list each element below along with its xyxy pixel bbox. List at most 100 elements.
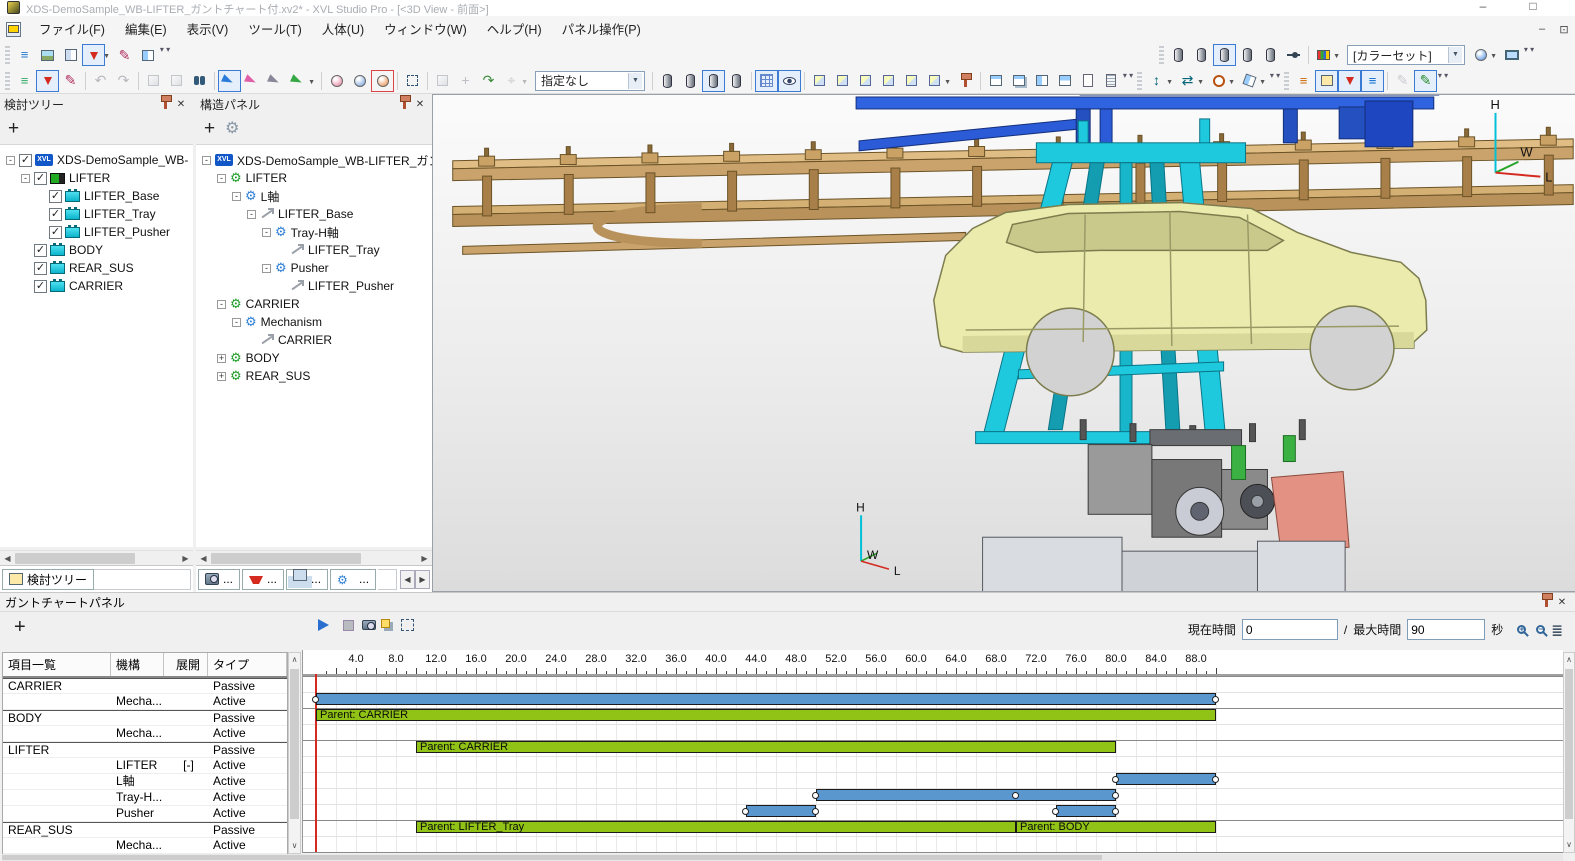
gantt-table-row[interactable]: PusherActive	[3, 806, 287, 822]
render-shaded-icon[interactable]	[1167, 44, 1190, 66]
collapse-icon[interactable]: -	[247, 210, 256, 219]
collapse-icon[interactable]: -	[232, 318, 241, 327]
view-shaded-edge-icon[interactable]	[679, 70, 702, 92]
close-icon[interactable]: ✕	[173, 97, 189, 112]
window-htile-icon[interactable]	[1053, 70, 1076, 92]
study-item-carrier[interactable]: ✓CARRIER	[0, 277, 193, 295]
toolbar-overflow-icon[interactable]: ▾ ▾	[159, 45, 171, 65]
menu-5[interactable]: 人体(U)	[312, 19, 374, 41]
visibility-checkbox[interactable]: ✓	[49, 190, 62, 203]
close-icon[interactable]: ✕	[1554, 595, 1570, 610]
edit-tree-icon[interactable]: ✎	[59, 70, 82, 92]
view-hidden-icon[interactable]	[702, 70, 725, 92]
search-icon[interactable]	[188, 70, 211, 92]
collapse-icon[interactable]: -	[232, 192, 241, 201]
view-back-icon[interactable]	[831, 70, 854, 92]
structure-item-lifter-tray[interactable]: LIFTER_Tray	[196, 241, 432, 259]
note-time-icon[interactable]	[1315, 70, 1338, 92]
visibility-checkbox[interactable]: ✓	[49, 226, 62, 239]
gantt-table-row[interactable]: LIFTERPassive	[3, 742, 287, 758]
grid-display-icon[interactable]	[755, 70, 778, 92]
measure-distance-icon[interactable]: ↕▼	[1145, 70, 1168, 92]
maximize-button[interactable]: □	[1520, 0, 1546, 14]
menu-7[interactable]: ヘルプ(H)	[477, 19, 552, 41]
hide-part-icon[interactable]	[371, 70, 394, 92]
visibility-checkbox[interactable]: ✓	[19, 154, 32, 167]
scroll-left-icon[interactable]: ◀	[0, 554, 15, 563]
process-tab[interactable]: ...	[242, 569, 284, 590]
bar-handle[interactable]	[812, 808, 819, 815]
gantt-table-row[interactable]: CARRIERPassive	[3, 678, 287, 694]
bar-handle[interactable]	[1112, 808, 1119, 815]
minimize-button[interactable]: –	[1470, 0, 1496, 14]
translate-icon[interactable]: +	[454, 70, 477, 92]
pin-icon[interactable]	[1538, 595, 1554, 610]
toolbar-grip[interactable]	[5, 72, 10, 90]
show-only-icon[interactable]	[348, 70, 371, 92]
visibility-checkbox[interactable]: ✓	[49, 208, 62, 221]
view-top-icon[interactable]	[900, 70, 923, 92]
pin-icon[interactable]	[396, 97, 412, 112]
bar-handle[interactable]	[1112, 776, 1119, 783]
collapse-icon[interactable]: -	[6, 156, 15, 165]
gantt-bar[interactable]	[1116, 773, 1216, 785]
structure-item-carrier[interactable]: -⚙CARRIER	[196, 295, 432, 313]
zoom-out-icon[interactable]: −	[1536, 625, 1545, 634]
window-cascade-icon[interactable]	[1007, 70, 1030, 92]
redo-icon[interactable]: ↷	[112, 70, 135, 92]
structure-item-xds-demosample-wb-lifter-[interactable]: -XVLXDS-DemoSample_WB-LIFTER_ガン	[196, 151, 432, 169]
structure-item-mechanism[interactable]: -⚙Mechanism	[196, 313, 432, 331]
colorset-brush-icon[interactable]: ▼	[1312, 44, 1335, 66]
add-structure-button[interactable]: +	[204, 119, 215, 139]
nav-left-icon[interactable]: ◀	[400, 570, 415, 589]
study-item-lifter-tray[interactable]: ✓LIFTER_Tray	[0, 205, 193, 223]
stop-icon[interactable]	[343, 620, 354, 631]
bar-handle[interactable]	[1212, 776, 1219, 783]
menu-3[interactable]: 表示(V)	[177, 19, 239, 41]
section-icon[interactable]: ▼	[1238, 70, 1261, 92]
select-assembly-icon[interactable]	[241, 70, 264, 92]
view-iso-icon[interactable]: ▼	[923, 70, 946, 92]
child-restore-button[interactable]: ⊡	[1553, 23, 1575, 36]
structure-item-lifter-base[interactable]: -LIFTER_Base	[196, 205, 432, 223]
select-part-icon[interactable]	[218, 70, 241, 92]
visibility-checkbox[interactable]: ✓	[34, 172, 47, 185]
gantt-table-row[interactable]: Mecha...Active	[3, 726, 287, 742]
pin-view-icon[interactable]	[954, 70, 977, 92]
play-icon[interactable]	[318, 619, 335, 631]
gantt-table-row[interactable]: LIFTER[-]Active	[3, 758, 287, 774]
dual-view-icon[interactable]	[136, 44, 159, 66]
scroll-left-icon[interactable]: ◀	[196, 554, 211, 563]
visibility-checkbox[interactable]: ✓	[34, 244, 47, 257]
menu-8[interactable]: パネル操作(P)	[552, 19, 651, 41]
bar-handle[interactable]	[812, 792, 819, 799]
scroll-right-icon[interactable]: ▶	[417, 554, 432, 563]
measure-move-icon[interactable]: ⇄▼	[1176, 70, 1199, 92]
toolbar-overflow-icon[interactable]: ▾ ▾	[1523, 45, 1535, 65]
gantt-bar-parent-carrier[interactable]: Parent: CARRIER	[416, 741, 1116, 753]
scroll-right-icon[interactable]: ▶	[178, 554, 193, 563]
export-image-icon[interactable]	[1076, 70, 1099, 92]
note-gantt-icon[interactable]: ≡	[1361, 70, 1384, 92]
timer-icon[interactable]: ▼	[1207, 70, 1230, 92]
next-state-icon[interactable]	[165, 70, 188, 92]
window-vtile-icon[interactable]	[1030, 70, 1053, 92]
structure-item-lifter[interactable]: -⚙LIFTER	[196, 169, 432, 187]
process-tree-panel-icon[interactable]: ▼	[82, 44, 105, 66]
toolbar-grip[interactable]	[5, 46, 10, 64]
chevron-down-icon[interactable]: ▼	[628, 73, 642, 89]
menu-1[interactable]: ファイル(F)	[29, 19, 115, 41]
study-item-lifter-pusher[interactable]: ✓LIFTER_Pusher	[0, 223, 193, 241]
mechanism-stamp-icon[interactable]: ⚙	[225, 122, 239, 136]
structure-item-body[interactable]: +⚙BODY	[196, 349, 432, 367]
gantt-table-vscrollbar[interactable]: ∧ ∨	[288, 652, 301, 854]
menu-2[interactable]: 編集(E)	[115, 19, 177, 41]
3d-viewport[interactable]: H W L H W L	[432, 94, 1575, 592]
nav-right-icon[interactable]: ▶	[415, 570, 430, 589]
gantt-table-row[interactable]: REAR_SUSPassive	[3, 822, 287, 838]
panel-list-icon[interactable]: ≡	[13, 44, 36, 66]
current-time-input[interactable]	[1242, 619, 1338, 640]
view-wire-icon[interactable]	[725, 70, 748, 92]
bar-handle[interactable]	[1112, 792, 1119, 799]
gantt-options-icon[interactable]: ≣	[1551, 623, 1563, 637]
